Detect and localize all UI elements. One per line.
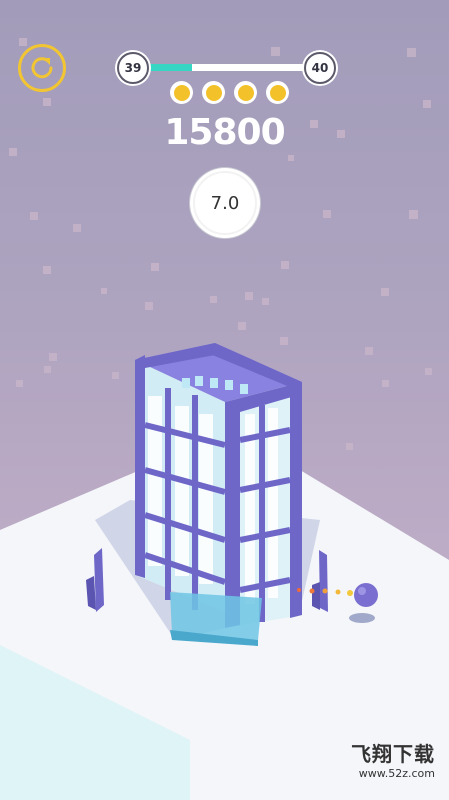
watermark: 飞翔下载 www.52z.com: [351, 738, 435, 780]
star-fill: [269, 84, 286, 101]
score: 15800: [164, 112, 285, 153]
current-level-badge: 39: [117, 52, 149, 84]
star-icon: [170, 81, 193, 104]
star-fill: [205, 84, 222, 101]
star-fill: [237, 84, 254, 101]
multiplier-badge: 7.0: [193, 171, 257, 235]
hud: 39 40 15800 7.0: [0, 0, 449, 260]
tower: [135, 343, 302, 628]
star-fill: [173, 84, 190, 101]
next-level-badge: 40: [304, 52, 336, 84]
star-icon: [266, 81, 289, 104]
ball-shadow: [349, 613, 375, 623]
restart-button[interactable]: [18, 44, 66, 92]
star-icon: [202, 81, 225, 104]
star-icon: [234, 81, 257, 104]
multiplier-value: 7.0: [210, 192, 240, 214]
level-progress-bar: [148, 64, 306, 71]
watermark-name: 飞翔下载: [351, 742, 435, 766]
restart-icon: [31, 57, 53, 79]
ball: [354, 583, 378, 607]
glass-barrier: [170, 592, 262, 646]
ball-highlight: [358, 587, 366, 595]
watermark-url: www.52z.com: [358, 767, 435, 780]
stage-stars: [170, 81, 289, 104]
level-progress-fill: [148, 64, 193, 71]
